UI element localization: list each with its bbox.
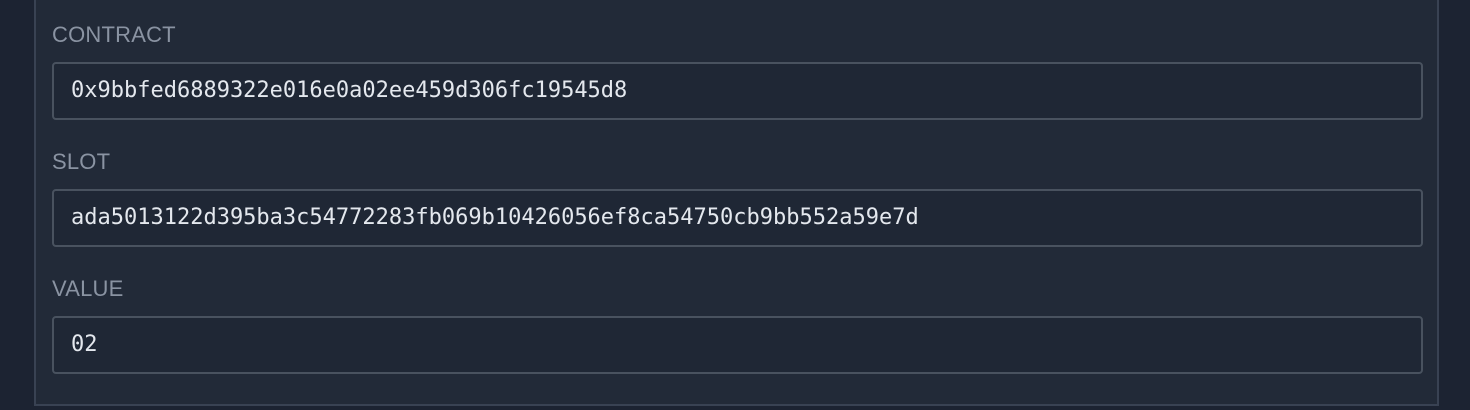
contract-label: CONTRACT [52,22,176,47]
slot-field[interactable]: ada5013122d395ba3c54772283fb069b10426056… [52,189,1423,247]
value-field[interactable]: 02 [52,316,1423,374]
contract-address-field[interactable]: 0x9bbfed6889322e016e0a02ee459d306fc19545… [52,62,1423,120]
slot-label: SLOT [52,149,111,174]
value-label: VALUE [52,276,124,301]
